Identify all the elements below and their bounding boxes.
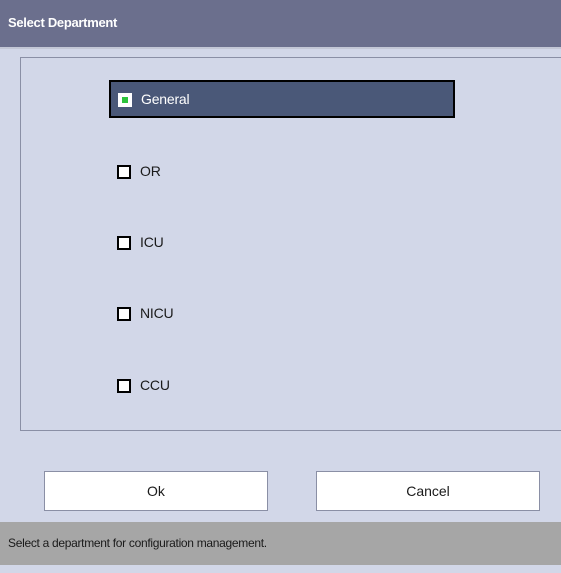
ok-button[interactable]: Ok (44, 471, 268, 511)
department-option-ccu[interactable]: CCU (109, 366, 455, 404)
cancel-button[interactable]: Cancel (316, 471, 540, 511)
department-option-or[interactable]: OR (109, 152, 455, 190)
department-options-panel: General OR ICU NICU CCU (20, 57, 561, 431)
department-label: NICU (140, 305, 174, 321)
department-label: ICU (140, 234, 164, 250)
status-message: Select a department for configuration ma… (8, 536, 267, 550)
radio-unchecked-icon (117, 236, 131, 250)
department-label: CCU (140, 377, 170, 393)
select-department-dialog: Select Department General OR ICU NICU CC… (0, 0, 561, 573)
department-option-icu[interactable]: ICU (109, 223, 455, 261)
department-option-nicu[interactable]: NICU (109, 294, 455, 332)
radio-checked-icon (118, 93, 132, 107)
title-bar: Select Department (0, 0, 561, 49)
department-label: OR (140, 163, 161, 179)
checked-indicator (122, 97, 128, 103)
department-option-general[interactable]: General (109, 80, 455, 118)
department-label: General (141, 91, 190, 107)
radio-unchecked-icon (117, 307, 131, 321)
radio-unchecked-icon (117, 165, 131, 179)
dialog-title: Select Department (8, 15, 118, 30)
radio-unchecked-icon (117, 379, 131, 393)
status-bar: Select a department for configuration ma… (0, 522, 561, 565)
